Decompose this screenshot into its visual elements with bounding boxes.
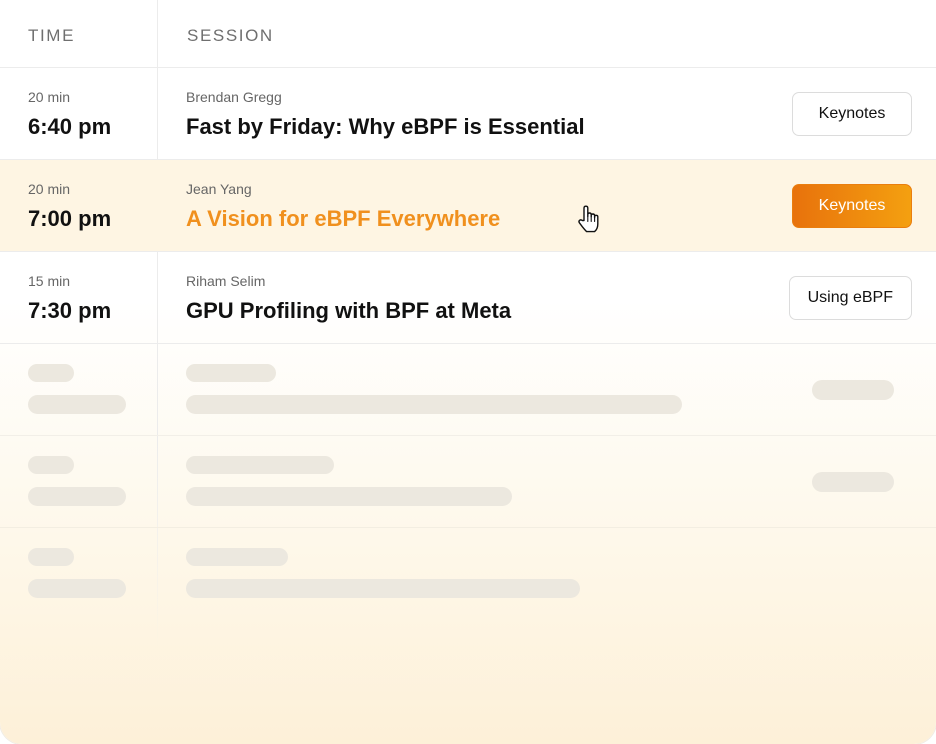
track-tag-button[interactable]: Using eBPF	[788, 276, 912, 320]
skeleton-speaker	[186, 364, 276, 382]
session-row[interactable]: 20 min 6:40 pm Brendan Gregg Fast by Fri…	[0, 68, 936, 160]
skeleton-time	[28, 395, 126, 414]
track-tag-button[interactable]: Keynotes	[792, 184, 912, 228]
table-header: TIME SESSION	[0, 0, 936, 68]
skeleton-duration	[28, 456, 74, 474]
skeleton-duration	[28, 548, 74, 566]
header-time: TIME	[28, 26, 76, 45]
session-time: 7:00 pm	[28, 206, 112, 231]
track-tag-button[interactable]: Keynotes	[792, 92, 912, 136]
skeleton-row	[0, 344, 936, 436]
session-speaker: Riham Selim	[186, 273, 266, 289]
skeleton-duration	[28, 364, 74, 382]
skeleton-title	[186, 487, 512, 506]
session-time: 7:30 pm	[28, 298, 112, 323]
session-row[interactable]: 15 min 7:30 pm Riham Selim GPU Profiling…	[0, 252, 936, 344]
schedule-card: TIME SESSION 20 min 6:40 pm Brendan Greg…	[0, 0, 936, 744]
skeleton-speaker	[186, 548, 288, 566]
skeleton-title	[186, 579, 580, 598]
session-time: 6:40 pm	[28, 114, 112, 139]
session-title[interactable]: A Vision for eBPF Everywhere	[186, 206, 500, 232]
session-duration: 15 min	[28, 273, 71, 289]
session-speaker: Brendan Gregg	[186, 89, 282, 105]
header-session: SESSION	[187, 26, 274, 45]
skeleton-title	[186, 395, 682, 414]
session-row-highlighted[interactable]: 20 min 7:00 pm Jean Yang A Vision for eB…	[0, 160, 936, 252]
skeleton-tag	[812, 380, 894, 400]
session-title[interactable]: Fast by Friday: Why eBPF is Essential	[186, 114, 585, 140]
skeleton-time	[28, 579, 126, 598]
skeleton-time	[28, 487, 126, 506]
skeleton-tag	[812, 472, 894, 492]
skeleton-row	[0, 436, 936, 528]
pointer-hand-icon	[578, 205, 599, 233]
skeleton-row	[0, 528, 936, 620]
skeleton-speaker	[186, 456, 334, 474]
session-speaker: Jean Yang	[186, 181, 252, 197]
session-title[interactable]: GPU Profiling with BPF at Meta	[186, 298, 511, 324]
session-duration: 20 min	[28, 181, 71, 197]
session-duration: 20 min	[28, 89, 71, 105]
